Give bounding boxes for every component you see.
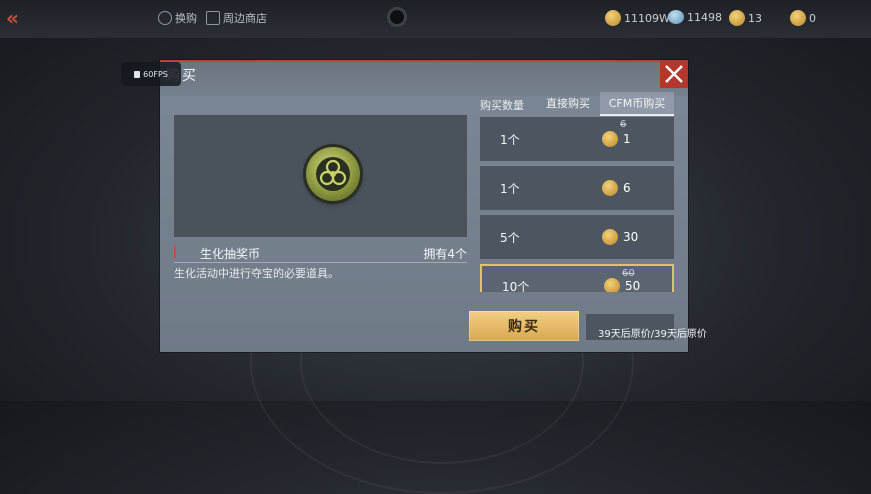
currency-cfm[interactable]: 13 [729, 10, 762, 26]
quantity-label: 购买数量 [480, 99, 524, 112]
exchange-icon [158, 11, 172, 25]
fps-label: 60FPS [143, 69, 168, 79]
option-row-selected[interactable]: 10个 60 50 [480, 264, 674, 292]
price-note: 39天后原价/39天后原价 [598, 329, 707, 340]
option-row[interactable]: 1个 6 [480, 166, 674, 210]
shop-label: 周边商店 [223, 12, 267, 25]
exchange-label: 换购 [175, 12, 197, 25]
tab-direct-buy[interactable]: 直接购买 [539, 92, 597, 114]
option-row[interactable]: 1个 6 1 [480, 117, 674, 161]
option-price-value: 50 [625, 279, 641, 292]
diamond-amount: 11498 [687, 10, 722, 24]
currency-gold[interactable]: 11109W [605, 10, 670, 26]
shop-link[interactable]: 周边商店 [206, 10, 267, 26]
item-name-row: 生化抽奖币 拥有4个 [174, 244, 467, 263]
fps-indicator: 60FPS [121, 62, 181, 86]
option-price-value: 30 [623, 230, 639, 244]
device-icon [134, 70, 141, 78]
back-button[interactable]: « [6, 8, 26, 28]
owned-count: 拥有4个 [423, 247, 467, 261]
option-price: 30 [602, 229, 638, 245]
buy-button[interactable]: 购买 [469, 311, 579, 341]
option-price: 6 [602, 180, 631, 196]
center-emblem-icon [387, 7, 407, 27]
accent-marker [174, 246, 176, 258]
option-price: 1 [602, 131, 631, 147]
biohazard-coin-icon [306, 147, 360, 201]
cfm-coin-icon [790, 10, 806, 26]
cfm-coin-icon [729, 10, 745, 26]
top-bar: « 换购 周边商店 11109W 11498 13 0 [0, 0, 871, 38]
shop-icon [206, 11, 220, 25]
item-name: 生化抽奖币 [200, 247, 261, 261]
option-qty: 1个 [500, 133, 520, 147]
option-price-value: 6 [623, 181, 631, 195]
option-list[interactable]: 1个 6 1 1个 6 5个 30 10个 60 50 [480, 117, 674, 292]
cfm-amount-2: 0 [809, 11, 816, 25]
option-old-price: 6 [620, 119, 627, 130]
option-price-value: 1 [623, 132, 631, 146]
cfm-coin-icon [602, 229, 618, 245]
cfm-coin-icon [602, 180, 618, 196]
option-price: 50 [604, 278, 640, 292]
tab-cfm-buy[interactable]: CFM币购买 [600, 92, 674, 116]
dialog-header: 购买 [160, 60, 688, 96]
item-preview [174, 115, 467, 237]
exchange-link[interactable]: 换购 [158, 10, 197, 26]
currency-diamond[interactable]: 11498 [668, 10, 722, 24]
item-description: 生化活动中进行夺宝的必要道具。 [174, 267, 339, 280]
cfm-coin-icon [602, 131, 618, 147]
diamond-icon [668, 10, 684, 24]
option-row[interactable]: 5个 30 [480, 215, 674, 259]
option-qty: 1个 [500, 182, 520, 196]
close-button[interactable] [660, 60, 688, 88]
gold-coin-icon [605, 10, 621, 26]
option-qty: 10个 [502, 280, 530, 292]
option-qty: 5个 [500, 231, 520, 245]
purchase-dialog: 购买 生化抽奖币 拥有4个 生化活动中进行夺宝的必要道具。 购买数量 直接购买 … [160, 60, 707, 352]
gold-amount: 11109W [624, 11, 670, 25]
cfm-amount: 13 [748, 11, 762, 25]
cfm-coin-icon [604, 278, 620, 292]
currency-cfm-2[interactable]: 0 [790, 10, 816, 26]
